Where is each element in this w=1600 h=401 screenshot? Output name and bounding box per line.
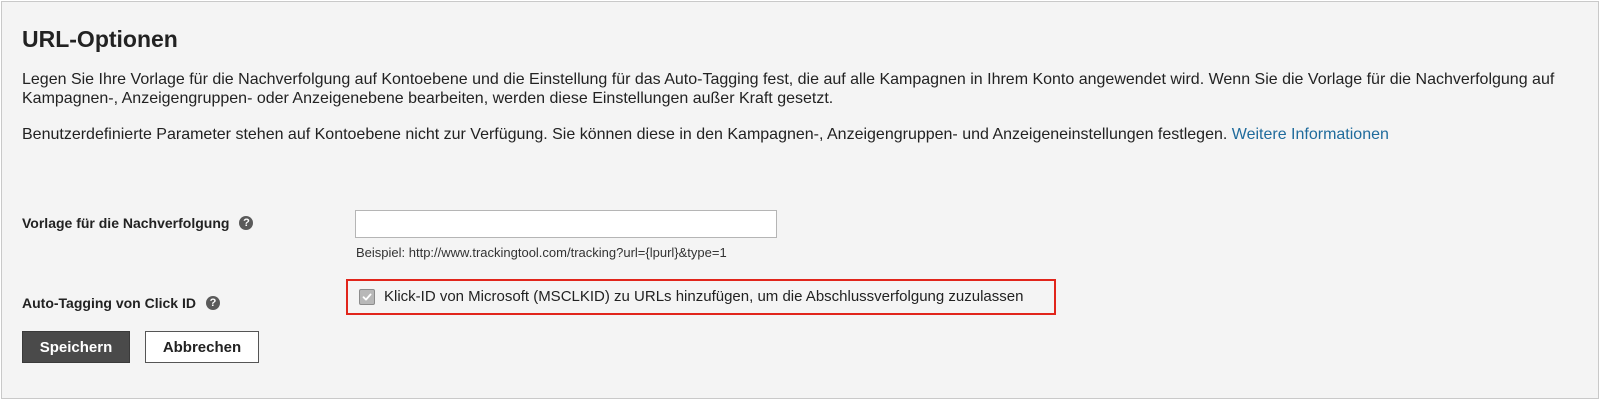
custom-parameters-text: Benutzerdefinierte Parameter stehen auf … [22,126,1228,143]
url-options-panel: URL-Optionen Legen Sie Ihre Vorlage für … [1,1,1599,399]
custom-parameters-paragraph: Benutzerdefinierte Parameter stehen auf … [22,125,1582,144]
auto-tagging-label-text: Auto-Tagging von Click ID [22,295,196,311]
tracking-template-label-text: Vorlage für die Nachverfolgung [22,215,230,231]
tracking-template-example: Beispiel: http://www.trackingtool.com/tr… [356,245,727,260]
save-button[interactable]: Speichern [22,331,130,363]
help-icon[interactable]: ? [205,296,220,310]
intro-paragraph: Legen Sie Ihre Vorlage für die Nachverfo… [22,71,1555,107]
check-icon [362,293,372,300]
auto-tagging-checkbox[interactable] [359,288,375,305]
auto-tagging-label: Auto-Tagging von Click ID ? [22,295,220,311]
auto-tagging-option[interactable]: Klick-ID von Microsoft (MSCLKID) zu URLs… [359,288,1023,305]
tracking-template-input[interactable] [355,210,777,238]
cancel-button[interactable]: Abbrechen [145,331,259,363]
more-info-link[interactable]: Weitere Informationen [1232,126,1389,143]
auto-tagging-checkbox-label[interactable]: Klick-ID von Microsoft (MSCLKID) zu URLs… [384,288,1023,305]
page-title: URL-Optionen [22,26,178,52]
help-icon[interactable]: ? [239,216,254,230]
tracking-template-label: Vorlage für die Nachverfolgung ? [22,215,254,231]
